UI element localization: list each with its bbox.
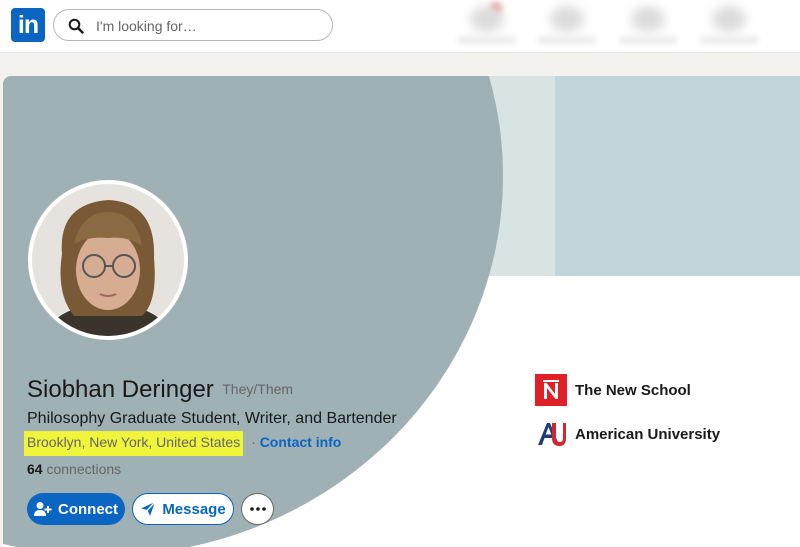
- nav-home-icon[interactable]: [470, 6, 504, 32]
- education-name: The New School: [575, 381, 691, 399]
- message-button[interactable]: Message: [132, 493, 234, 525]
- separator-dot: ·: [251, 434, 256, 450]
- connections-number: 64: [27, 461, 43, 477]
- message-button-label: Message: [162, 500, 226, 518]
- contact-info-link[interactable]: Contact info: [260, 434, 342, 450]
- education-item-american-university[interactable]: American University: [535, 418, 720, 450]
- connections-label: connections: [46, 461, 122, 477]
- name-row: Siobhan Deringer They/Them: [27, 376, 293, 404]
- education-name: American University: [575, 425, 721, 443]
- connections-count[interactable]: 64 connections: [27, 461, 121, 477]
- profile-avatar[interactable]: [28, 180, 188, 340]
- profile-pronouns: They/Them: [222, 381, 294, 397]
- search-bar[interactable]: [53, 9, 333, 41]
- nav-messaging-icon[interactable]: [712, 6, 746, 32]
- nav-home-label: [457, 36, 517, 44]
- nav-network-label: [537, 36, 597, 44]
- profile-name: Siobhan Deringer: [27, 376, 214, 403]
- connect-button[interactable]: Connect: [27, 493, 125, 525]
- nav-jobs-label: [618, 36, 678, 44]
- profile-location: Brooklyn, New York, United States: [24, 431, 244, 456]
- ellipsis-icon: [249, 507, 266, 511]
- nav-messaging-label: [699, 36, 759, 44]
- new-school-logo-icon: [535, 374, 567, 406]
- search-icon: [68, 18, 84, 34]
- american-university-logo-icon: [535, 418, 567, 450]
- linkedin-logo[interactable]: in: [11, 8, 45, 42]
- profile-headline: Philosophy Graduate Student, Writer, and…: [27, 410, 397, 427]
- more-actions-button[interactable]: [241, 493, 274, 525]
- nav-jobs-icon[interactable]: [631, 6, 665, 32]
- location-row: Brooklyn, New York, United States · Cont…: [24, 431, 341, 456]
- add-person-icon: [34, 502, 52, 516]
- connect-button-label: Connect: [58, 500, 118, 518]
- nav-network-icon[interactable]: [550, 6, 584, 32]
- education-item-new-school[interactable]: The New School: [535, 374, 691, 406]
- top-navigation-bar: in: [0, 0, 800, 53]
- send-icon: [141, 501, 156, 516]
- profile-card: Siobhan Deringer They/Them Philosophy Gr…: [3, 76, 800, 547]
- search-input[interactable]: [94, 14, 328, 38]
